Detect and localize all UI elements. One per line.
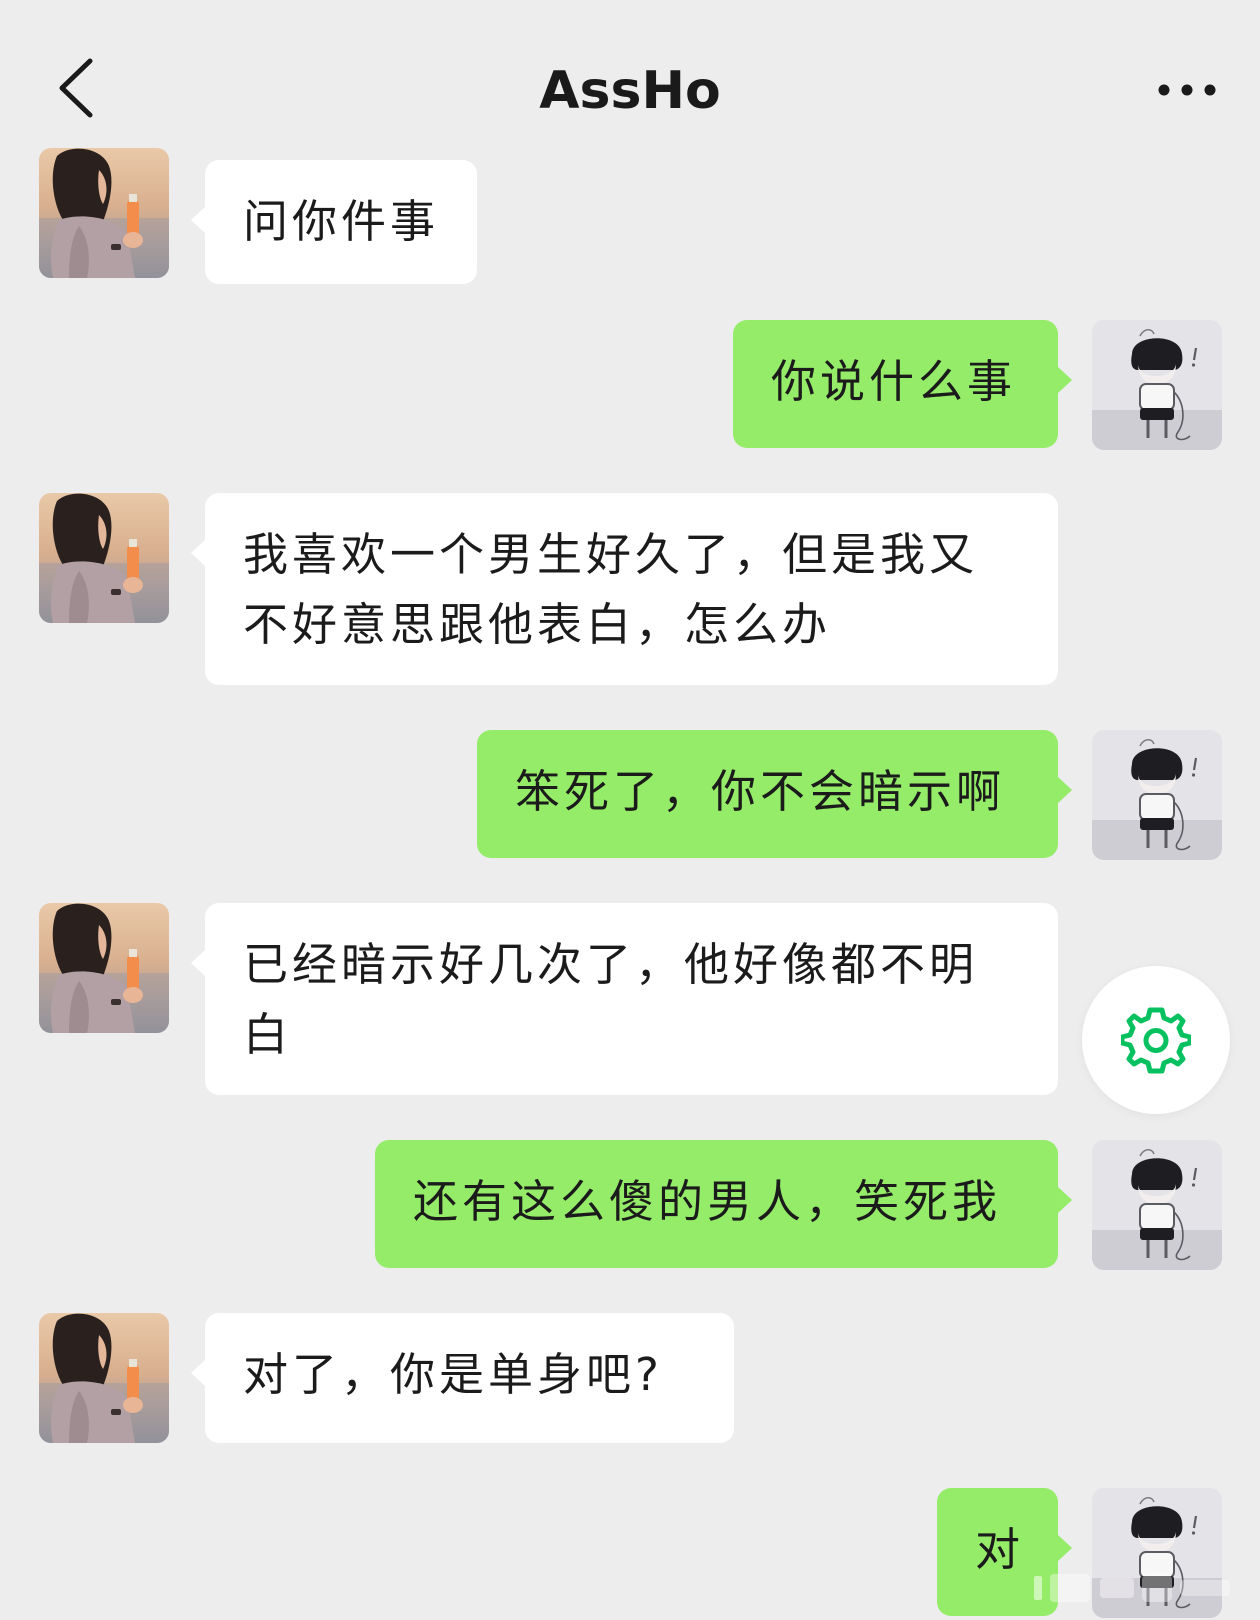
message-bubble-outgoing[interactable]: 笨死了，你不会暗示啊 bbox=[477, 730, 1072, 858]
contact-avatar-image bbox=[39, 903, 169, 1033]
self-avatar-image bbox=[1092, 730, 1222, 860]
contact-avatar-image bbox=[39, 1313, 169, 1443]
contact-avatar[interactable] bbox=[39, 903, 169, 1033]
self-avatar[interactable] bbox=[1092, 320, 1222, 450]
contact-avatar-image bbox=[39, 493, 169, 623]
self-avatar[interactable] bbox=[1092, 1140, 1222, 1270]
message-bubble-incoming[interactable]: 对了，你是单身吧? bbox=[191, 1313, 734, 1443]
self-avatar-image bbox=[1092, 1140, 1222, 1270]
more-options-button[interactable] bbox=[1152, 70, 1222, 110]
more-horizontal-icon bbox=[1158, 84, 1216, 96]
message-bubble-incoming[interactable]: 问你件事 bbox=[191, 160, 477, 284]
watermark-graphic bbox=[1028, 1566, 1238, 1610]
message-bubble-incoming[interactable]: 我喜欢一个男生好久了，但是我又不好意思跟他表白，怎么办 bbox=[191, 493, 1058, 685]
self-avatar[interactable] bbox=[1092, 730, 1222, 860]
message-bubble-outgoing[interactable]: 还有这么傻的男人，笑死我 bbox=[375, 1140, 1072, 1268]
message-bubble-incoming[interactable]: 已经暗示好几次了，他好像都不明白 bbox=[191, 903, 1058, 1095]
message-bubble-outgoing[interactable]: 你说什么事 bbox=[733, 320, 1072, 448]
floating-settings-button[interactable] bbox=[1082, 966, 1230, 1114]
chat-header: AssHo bbox=[0, 0, 1260, 180]
contact-avatar[interactable] bbox=[39, 493, 169, 623]
chat-title: AssHo bbox=[539, 61, 721, 121]
gear-icon bbox=[1121, 1007, 1191, 1074]
contact-avatar-image bbox=[39, 148, 169, 278]
contact-avatar[interactable] bbox=[39, 1313, 169, 1443]
contact-avatar[interactable] bbox=[39, 148, 169, 278]
self-avatar-image bbox=[1092, 320, 1222, 450]
